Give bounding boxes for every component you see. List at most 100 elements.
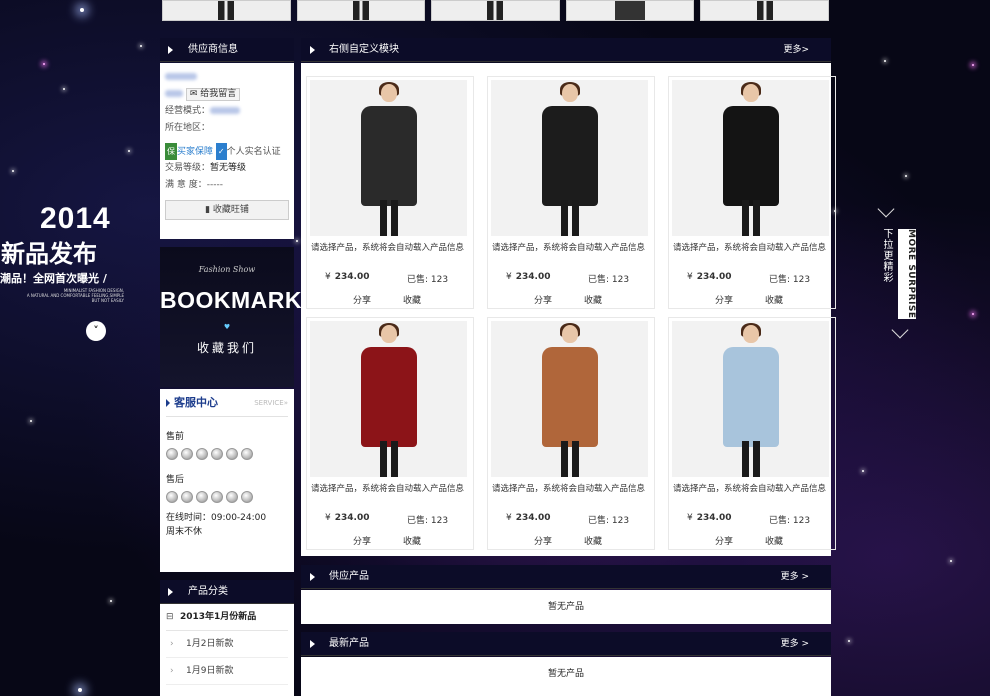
- sold-value: 123: [792, 516, 811, 526]
- favorite-link[interactable]: 收藏: [765, 534, 783, 547]
- chat-icon[interactable]: [211, 448, 223, 460]
- sold-label: 已售:: [407, 516, 429, 526]
- currency-symbol: ¥: [506, 272, 512, 282]
- heart-icon: ♥: [223, 323, 231, 331]
- favorite-link[interactable]: 收藏: [765, 293, 783, 306]
- product-description[interactable]: 请选择产品，系统将会自动载入产品信息: [311, 482, 473, 494]
- sold-label: 已售:: [769, 275, 791, 285]
- product-description[interactable]: 请选择产品，系统将会自动载入产品信息: [673, 482, 835, 494]
- chat-icon[interactable]: [166, 491, 178, 503]
- product-grid: 请选择产品，系统将会自动载入产品信息 ¥234.00 已售: 123 分享 收藏 请选择产…: [301, 63, 836, 556]
- chat-icon[interactable]: [226, 491, 238, 503]
- product-card[interactable]: 请选择产品，系统将会自动载入产品信息 ¥234.00 已售: 123 分享 收藏: [487, 76, 655, 309]
- product-card[interactable]: 请选择产品，系统将会自动载入产品信息 ¥234.00 已售: 123 分享 收藏: [487, 317, 655, 550]
- supplier-info-panel: ✉ 给我留言 经营模式： 所在地区： 保买家保障 ✓ 个人实名认证 交易等级：暂无…: [160, 63, 294, 239]
- share-link[interactable]: 分享: [534, 293, 552, 306]
- share-link[interactable]: 分享: [715, 534, 733, 547]
- chat-icon[interactable]: [181, 491, 193, 503]
- weekend-note: 周末不休: [166, 527, 203, 537]
- sold-label: 已售:: [588, 516, 610, 526]
- product-card[interactable]: 请选择产品，系统将会自动载入产品信息 ¥234.00 已售: 123 分享 收藏: [306, 317, 474, 550]
- sold-value: 123: [792, 275, 811, 285]
- real-name-icon: ✓: [215, 143, 227, 160]
- product-description[interactable]: 请选择产品，系统将会自动载入产品信息: [492, 241, 654, 253]
- share-link[interactable]: 分享: [353, 293, 371, 306]
- share-link[interactable]: 分享: [353, 534, 371, 547]
- product-thumbnail[interactable]: [162, 0, 291, 21]
- product-description[interactable]: 请选择产品，系统将会自动载入产品信息: [311, 241, 473, 253]
- chevron-down-icon[interactable]: ˅: [86, 321, 106, 341]
- product-image[interactable]: [672, 321, 829, 477]
- product-image[interactable]: [491, 321, 648, 477]
- custom-module-header: 右侧自定义模块 更多>: [301, 38, 831, 62]
- product-thumbnail[interactable]: [565, 0, 695, 21]
- chevron-down-icon: [891, 321, 909, 339]
- favorite-link[interactable]: 收藏: [403, 293, 421, 306]
- bookmark-banner[interactable]: Fashion Show BOOKMARK ♥ 收藏我们: [160, 247, 302, 387]
- price-value: 234.00: [696, 272, 732, 282]
- product-thumbnail[interactable]: [700, 0, 829, 21]
- buyer-protection-icon: 保: [165, 143, 177, 160]
- more-link[interactable]: 更多 >: [781, 632, 809, 656]
- product-image[interactable]: [310, 321, 467, 477]
- share-link[interactable]: 分享: [534, 534, 552, 547]
- chat-icon[interactable]: [226, 448, 238, 460]
- customer-service-panel: 客服中心 SERVICE» 售前 售后 在线时间：09:00-24:00 周末不…: [160, 389, 294, 572]
- product-card[interactable]: 请选择产品，系统将会自动载入产品信息 ¥234.00 已售: 123 分享 收藏: [668, 76, 836, 309]
- coat-shape: [360, 106, 417, 206]
- product-categories-panel: 2013年1月份新品 1月2日新款 1月9日新款: [160, 604, 294, 696]
- product-image[interactable]: [491, 80, 648, 236]
- chat-icon[interactable]: [241, 448, 253, 460]
- product-description[interactable]: 请选择产品，系统将会自动载入产品信息: [492, 482, 654, 494]
- chat-icon[interactable]: [181, 448, 193, 460]
- product-price: ¥234.00: [325, 272, 369, 282]
- sold-label: 已售:: [769, 516, 791, 526]
- favorite-link[interactable]: 收藏: [584, 534, 602, 547]
- supplier-contact[interactable]: [165, 90, 183, 97]
- category-item[interactable]: 1月2日新款: [166, 631, 288, 658]
- chat-icon[interactable]: [196, 448, 208, 460]
- share-link[interactable]: 分享: [715, 293, 733, 306]
- chat-icon[interactable]: [166, 448, 178, 460]
- price-value: 234.00: [334, 272, 370, 282]
- buyer-protection-label[interactable]: 买家保障: [177, 147, 213, 157]
- chat-icon[interactable]: [211, 491, 223, 503]
- sold-count: 已售: 123: [769, 513, 810, 526]
- more-link[interactable]: 更多>: [783, 38, 809, 62]
- product-price: ¥234.00: [687, 513, 731, 523]
- leave-message-button[interactable]: ✉ 给我留言: [185, 88, 241, 101]
- top-product-strip: [160, 0, 831, 22]
- product-description[interactable]: 请选择产品，系统将会自动载入产品信息: [673, 241, 835, 253]
- product-price: ¥234.00: [687, 272, 731, 282]
- coat-shape: [722, 347, 779, 447]
- product-card[interactable]: 请选择产品，系统将会自动载入产品信息 ¥234.00 已售: 123 分享 收藏: [668, 317, 836, 550]
- sold-value: 123: [611, 516, 630, 526]
- category-main[interactable]: 2013年1月份新品: [166, 604, 288, 631]
- product-image[interactable]: [310, 80, 467, 236]
- supply-products-empty: 暂无产品: [301, 590, 831, 624]
- bookmark-script-text: Fashion Show: [198, 265, 256, 274]
- product-card[interactable]: 请选择产品，系统将会自动载入产品信息 ¥234.00 已售: 123 分享 收藏: [306, 76, 474, 309]
- category-item[interactable]: 1月9日新款: [166, 658, 288, 685]
- favorite-link[interactable]: 收藏: [584, 293, 602, 306]
- sold-value: 123: [611, 275, 630, 285]
- chat-icon[interactable]: [196, 491, 208, 503]
- sold-value: 123: [430, 516, 449, 526]
- product-thumbnail[interactable]: [431, 0, 560, 21]
- chat-icon[interactable]: [241, 491, 253, 503]
- bookmark-store-button[interactable]: ▮ 收藏旺铺: [165, 200, 289, 220]
- product-thumbnail[interactable]: [296, 0, 426, 21]
- sold-count: 已售: 123: [407, 272, 448, 285]
- product-price: ¥234.00: [506, 272, 550, 282]
- supplier-name[interactable]: [165, 73, 197, 80]
- product-price: ¥234.00: [506, 513, 550, 523]
- service-link[interactable]: SERVICE»: [254, 389, 288, 417]
- more-link[interactable]: 更多 >: [781, 565, 809, 589]
- sold-label: 已售:: [588, 275, 610, 285]
- more-surprise-label: MORE SURPRISE: [898, 229, 916, 319]
- price-value: 234.00: [696, 513, 732, 523]
- aftersale-label: 售后: [166, 475, 185, 485]
- chevron-down-icon: [877, 200, 895, 218]
- product-image[interactable]: [672, 80, 829, 236]
- favorite-link[interactable]: 收藏: [403, 534, 421, 547]
